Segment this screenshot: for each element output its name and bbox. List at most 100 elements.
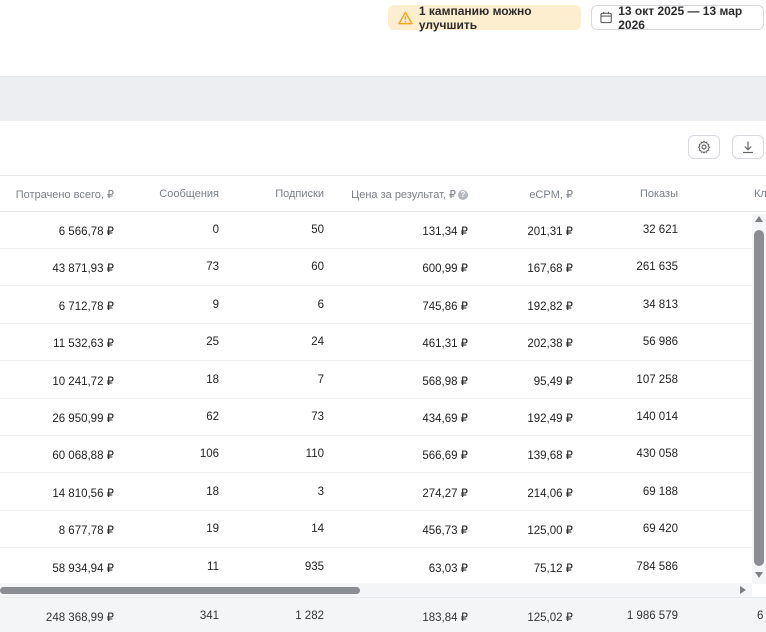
calendar-icon	[600, 11, 612, 24]
cell-ecpm: 139,68 ₽	[527, 450, 573, 463]
table-row[interactable]: 6 566,78 ₽ 0 50 131,34 ₽ 201,31 ₽ 32 621	[0, 212, 752, 249]
total-messages: 341	[199, 610, 219, 622]
total-spent: 248 368,99 ₽	[45, 612, 114, 624]
cell-shows: 430 058	[636, 448, 678, 461]
table-settings-button[interactable]	[688, 135, 720, 159]
cell-subscriptions: 14	[311, 523, 324, 536]
cell-shows: 69 188	[642, 485, 678, 498]
cell-ecpm: 125,00 ₽	[527, 525, 573, 538]
table-row[interactable]: 43 871,93 ₽ 73 60 600,99 ₽ 167,68 ₽ 261 635	[0, 249, 752, 287]
table-row[interactable]: 58 934,94 ₽ 11 935 63,03 ₽ 75,12 ₽ 784 586	[0, 549, 752, 586]
download-icon	[743, 141, 753, 154]
cell-shows: 784 586	[636, 560, 678, 573]
column-header-messages[interactable]: Сообщения	[159, 188, 219, 200]
cell-subscriptions: 935	[304, 560, 324, 573]
cell-ecpm: 167,68 ₽	[527, 263, 573, 276]
table-row[interactable]: 8 677,78 ₽ 19 14 456,73 ₽ 125,00 ₽ 69 420	[0, 511, 752, 549]
cell-spent: 6 712,78 ₽	[58, 300, 114, 313]
cell-price-per-result: 434,69 ₽	[422, 413, 468, 425]
top-bar: 1 кампанию можно улучшить 13 окт 2025 — …	[0, 0, 766, 77]
question-icon[interactable]: ?	[458, 190, 468, 200]
column-header-price-per-result[interactable]: Цена за результат, ₽?	[351, 188, 468, 201]
cell-ecpm: 214,06 ₽	[527, 487, 573, 500]
total-price-per-result: 183,84 ₽	[422, 612, 468, 624]
scroll-down-arrow-icon[interactable]	[754, 570, 764, 580]
cell-subscriptions: 3	[317, 485, 324, 498]
table-row[interactable]: 6 712,78 ₽ 9 6 745,86 ₽ 192,82 ₽ 34 813	[0, 287, 752, 324]
cell-shows: 69 420	[642, 523, 678, 536]
download-button[interactable]	[732, 135, 764, 159]
cell-price-per-result: 63,03 ₽	[428, 562, 468, 575]
cell-messages: 19	[206, 523, 219, 536]
cell-spent: 43 871,93 ₽	[52, 263, 114, 276]
cell-subscriptions: 60	[311, 261, 324, 274]
cell-shows: 140 014	[636, 411, 678, 423]
cell-price-per-result: 566,69 ₽	[422, 450, 468, 463]
table-row[interactable]: 26 950,99 ₽ 62 73 434,69 ₽ 192,49 ₽ 140 014	[0, 399, 752, 436]
cell-spent: 8 677,78 ₽	[58, 525, 114, 538]
cell-price-per-result: 600,99 ₽	[422, 263, 468, 276]
cell-shows: 34 813	[642, 298, 678, 311]
scroll-right-arrow-icon[interactable]	[738, 585, 748, 595]
cell-ecpm: 202,38 ₽	[527, 338, 573, 351]
date-range-button[interactable]: 13 окт 2025 — 13 мар 2026	[591, 4, 764, 32]
column-header-price-label: Цена за результат, ₽	[351, 189, 456, 201]
filter-band	[0, 77, 766, 121]
table-row[interactable]: 14 810,56 ₽ 18 3 274,27 ₽ 214,06 ₽ 69 188	[0, 474, 752, 511]
column-header-spent[interactable]: Потрачено всего, ₽	[16, 188, 114, 201]
cell-messages: 9	[212, 298, 219, 311]
table-toolbar	[0, 121, 766, 175]
cell-messages: 73	[206, 261, 219, 274]
cell-price-per-result: 568,98 ₽	[422, 375, 468, 388]
column-header-ecpm[interactable]: eCPM, ₽	[529, 188, 573, 201]
cell-shows: 261 635	[636, 261, 678, 274]
cell-ecpm: 192,82 ₽	[527, 300, 573, 313]
cell-spent: 26 950,99 ₽	[52, 413, 114, 425]
cell-price-per-result: 456,73 ₽	[422, 525, 468, 538]
cell-spent: 11 532,63 ₽	[53, 338, 114, 351]
cell-shows: 56 986	[642, 336, 678, 349]
cell-price-per-result: 274,27 ₽	[422, 487, 468, 500]
cell-messages: 18	[206, 485, 219, 498]
cell-messages: 0	[212, 224, 219, 236]
column-header-clicks[interactable]: Кл	[754, 188, 766, 200]
cell-ecpm: 201,31 ₽	[527, 226, 573, 238]
cell-price-per-result: 131,34 ₽	[422, 226, 468, 238]
cell-price-per-result: 461,31 ₽	[422, 338, 468, 351]
vertical-scroll-thumb[interactable]	[754, 230, 764, 566]
cell-spent: 60 068,88 ₽	[52, 450, 114, 463]
cell-messages: 106	[199, 448, 219, 461]
cell-subscriptions: 7	[317, 373, 324, 386]
total-ecpm: 125,02 ₽	[527, 612, 573, 624]
cell-spent: 6 566,78 ₽	[58, 226, 114, 238]
cell-shows: 32 621	[642, 224, 678, 236]
cell-spent: 14 810,56 ₽	[52, 487, 114, 500]
cell-messages: 18	[206, 373, 219, 386]
cell-price-per-result: 745,86 ₽	[422, 300, 468, 313]
cell-subscriptions: 50	[311, 224, 324, 236]
totals-row: 248 368,99 ₽ 341 1 282 183,84 ₽ 125,02 ₽…	[0, 597, 766, 632]
total-shows: 1 986 579	[626, 610, 678, 622]
cell-ecpm: 192,49 ₽	[527, 413, 573, 425]
cell-subscriptions: 110	[305, 448, 324, 461]
cell-subscriptions: 6	[317, 298, 324, 311]
scroll-up-arrow-icon[interactable]	[754, 214, 764, 224]
table-row[interactable]: 10 241,72 ₽ 18 7 568,98 ₽ 95,49 ₽ 107 258	[0, 362, 752, 399]
total-subscriptions: 1 282	[295, 610, 324, 622]
column-header-shows[interactable]: Показы	[640, 188, 678, 200]
cell-ecpm: 75,12 ₽	[533, 562, 573, 575]
cell-spent: 58 934,94 ₽	[52, 562, 114, 575]
cell-subscriptions: 73	[311, 411, 324, 423]
improve-campaign-text: 1 кампанию можно улучшить	[418, 3, 532, 32]
column-header-subscriptions[interactable]: Подписки	[275, 188, 324, 200]
improve-campaign-badge[interactable]: 1 кампанию можно улучшить	[388, 3, 581, 32]
cell-messages: 62	[206, 411, 219, 423]
cell-ecpm: 95,49 ₽	[533, 375, 573, 388]
table-header: Потрачено всего, ₽ Сообщения Подписки Це…	[0, 175, 766, 212]
cell-messages: 25	[206, 336, 219, 349]
table-row[interactable]: 11 532,63 ₽ 25 24 461,31 ₽ 202,38 ₽ 56 986	[0, 324, 752, 362]
total-clicks: 6	[757, 610, 764, 622]
table-row[interactable]: 60 068,88 ₽ 106 110 566,69 ₽ 139,68 ₽ 430 058	[0, 436, 752, 474]
horizontal-scroll-thumb[interactable]	[0, 587, 360, 594]
gear-icon	[697, 140, 711, 154]
